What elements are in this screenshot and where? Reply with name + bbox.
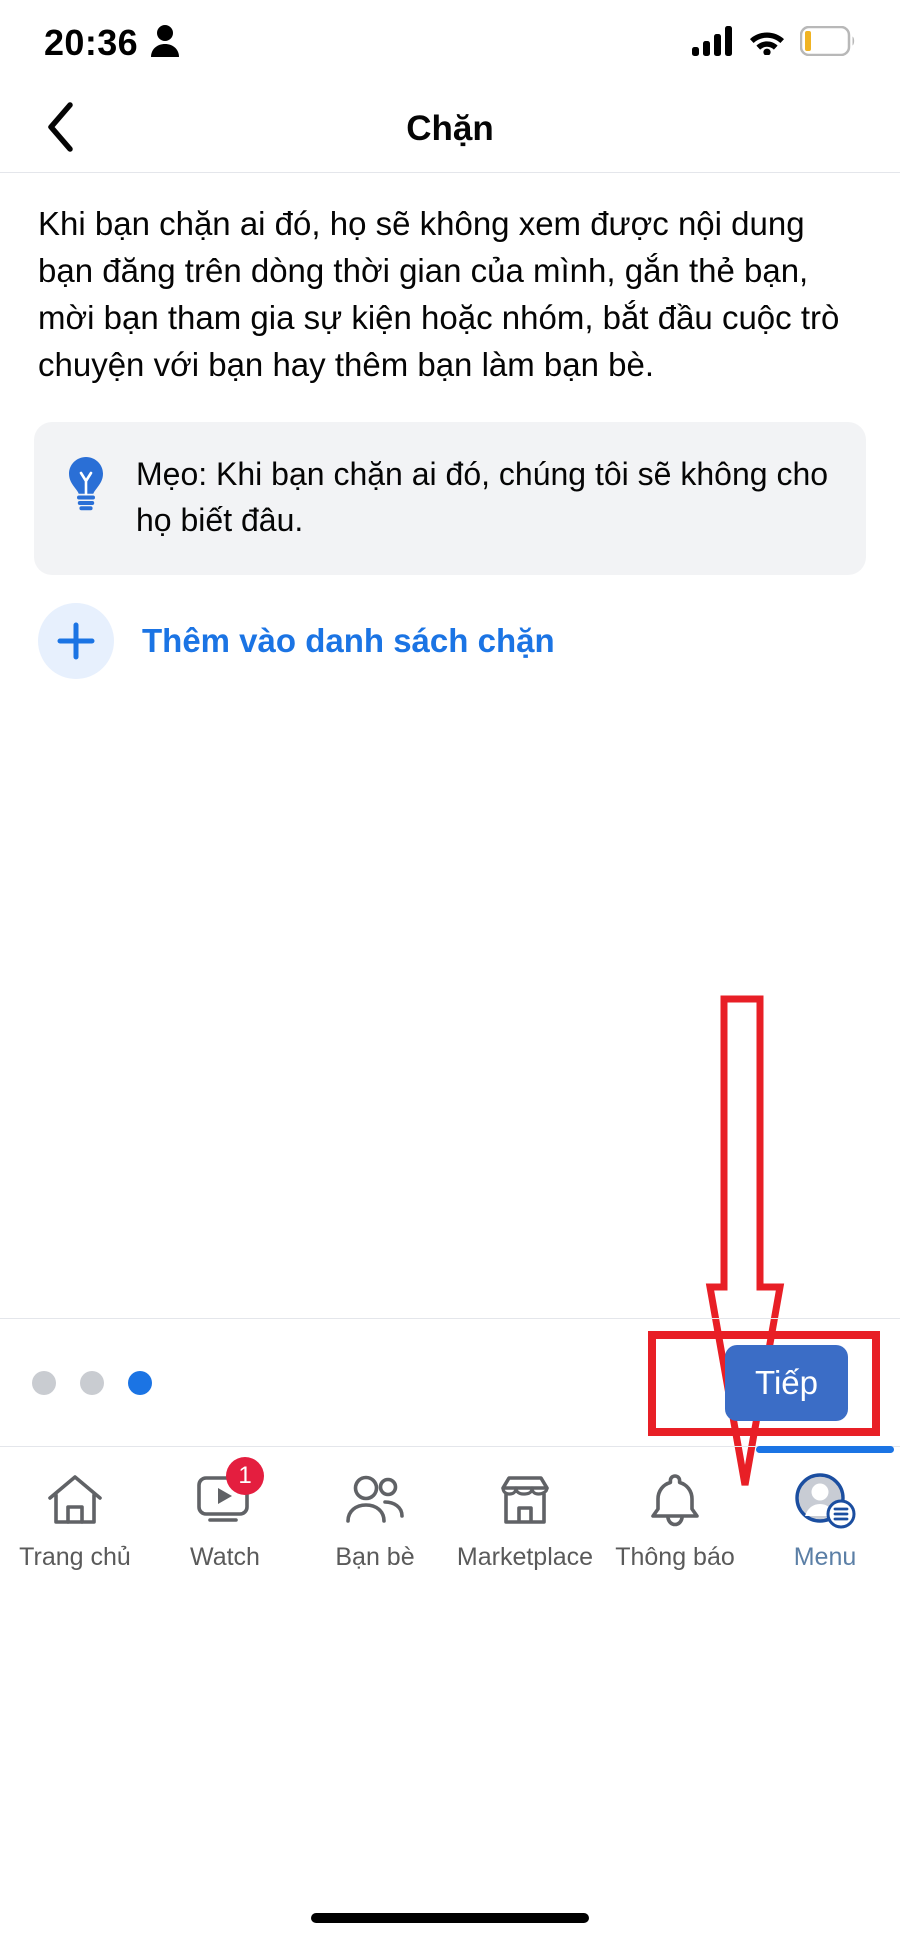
block-description: Khi bạn chặn ai đó, họ sẽ không xem được… xyxy=(38,205,840,383)
friends-icon xyxy=(344,1471,406,1529)
lightbulb-icon xyxy=(60,452,112,512)
tab-notifications[interactable]: Thông báo xyxy=(600,1447,750,1592)
status-bar: 20:36 xyxy=(0,0,900,86)
pager-dot-active[interactable] xyxy=(128,1370,152,1395)
tab-label: Trang chủ xyxy=(19,1543,131,1571)
tab-label: Thông báo xyxy=(615,1543,735,1571)
footer-action-bar: Tiếp xyxy=(0,1318,900,1446)
main-content: Khi bạn chặn ai đó, họ sẽ không xem được… xyxy=(0,173,900,680)
tip-text: Mẹo: Khi bạn chặn ai đó, chúng tôi sẽ kh… xyxy=(136,456,829,538)
page-title: Chặn xyxy=(406,109,494,148)
tab-label: Watch xyxy=(190,1543,260,1571)
battery-low-icon xyxy=(799,25,856,61)
home-indicator xyxy=(311,1913,589,1923)
tab-menu[interactable]: Menu xyxy=(750,1446,900,1592)
wifi-icon xyxy=(748,27,786,60)
plus-icon xyxy=(38,603,114,680)
pager-dot[interactable] xyxy=(32,1370,56,1395)
menu-avatar-icon xyxy=(794,1471,856,1529)
tab-marketplace[interactable]: Marketplace xyxy=(450,1447,600,1592)
tab-friends[interactable]: Bạn bè xyxy=(300,1447,450,1592)
tab-label: Marketplace xyxy=(456,1543,594,1571)
marketplace-store-icon xyxy=(497,1471,553,1529)
page-header: Chặn xyxy=(0,86,900,173)
status-bar-clock: 20:36 xyxy=(44,22,139,63)
add-to-blocklist-label: Thêm vào danh sách chặn xyxy=(142,622,555,660)
active-tab-indicator xyxy=(756,1446,894,1453)
status-bar-left: 20:36 xyxy=(44,22,180,64)
bottom-tab-bar: Trang chủ 1 Watch Bạn bè Marketplace Thô… xyxy=(0,1446,900,1869)
bell-notification-icon xyxy=(649,1471,701,1529)
tab-label: Menu xyxy=(793,1543,857,1571)
pager-dots xyxy=(32,1370,152,1395)
home-icon xyxy=(47,1471,103,1529)
cellular-signal-icon xyxy=(692,25,734,61)
phone-screen: 20:36 Chặn Khi bạn chặn ai đó, họ sẽ khô… xyxy=(0,0,900,1947)
tab-label: Bạn bè xyxy=(335,1543,415,1571)
pager-dot[interactable] xyxy=(80,1370,104,1395)
watch-badge: 1 xyxy=(226,1457,264,1495)
tab-home[interactable]: Trang chủ xyxy=(0,1447,150,1592)
status-bar-right xyxy=(692,25,856,61)
add-to-blocklist-button[interactable]: Thêm vào danh sách chặn xyxy=(0,603,900,680)
tab-watch[interactable]: 1 Watch xyxy=(150,1447,300,1592)
watch-video-icon: 1 xyxy=(196,1457,264,1529)
next-button[interactable]: Tiếp xyxy=(725,1344,848,1421)
tip-card: Mẹo: Khi bạn chặn ai đó, chúng tôi sẽ kh… xyxy=(34,422,866,576)
person-filled-icon xyxy=(150,24,180,63)
